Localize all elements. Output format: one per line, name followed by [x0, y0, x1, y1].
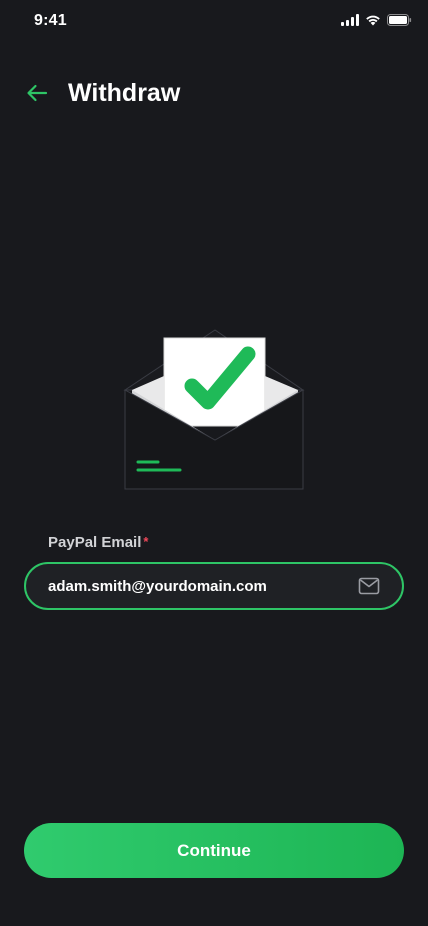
header: Withdraw [0, 68, 428, 118]
status-bar: 9:41 [0, 0, 428, 44]
email-input[interactable] [48, 564, 348, 608]
page-title: Withdraw [68, 79, 181, 107]
arrow-left-icon [27, 84, 48, 102]
continue-button[interactable]: Continue [24, 823, 404, 878]
wifi-icon [366, 15, 380, 26]
back-button[interactable] [22, 78, 52, 108]
envelope-checkmark-illustration [120, 328, 310, 493]
required-marker: * [143, 534, 149, 549]
status-time: 9:41 [34, 12, 67, 29]
email-field[interactable] [24, 562, 404, 610]
signal-icon [341, 14, 359, 26]
battery-icon [387, 14, 412, 26]
email-field-label: PayPal Email * [48, 534, 148, 551]
mail-icon [358, 577, 380, 595]
email-label-text: PayPal Email [48, 534, 142, 551]
status-icons [341, 14, 412, 26]
